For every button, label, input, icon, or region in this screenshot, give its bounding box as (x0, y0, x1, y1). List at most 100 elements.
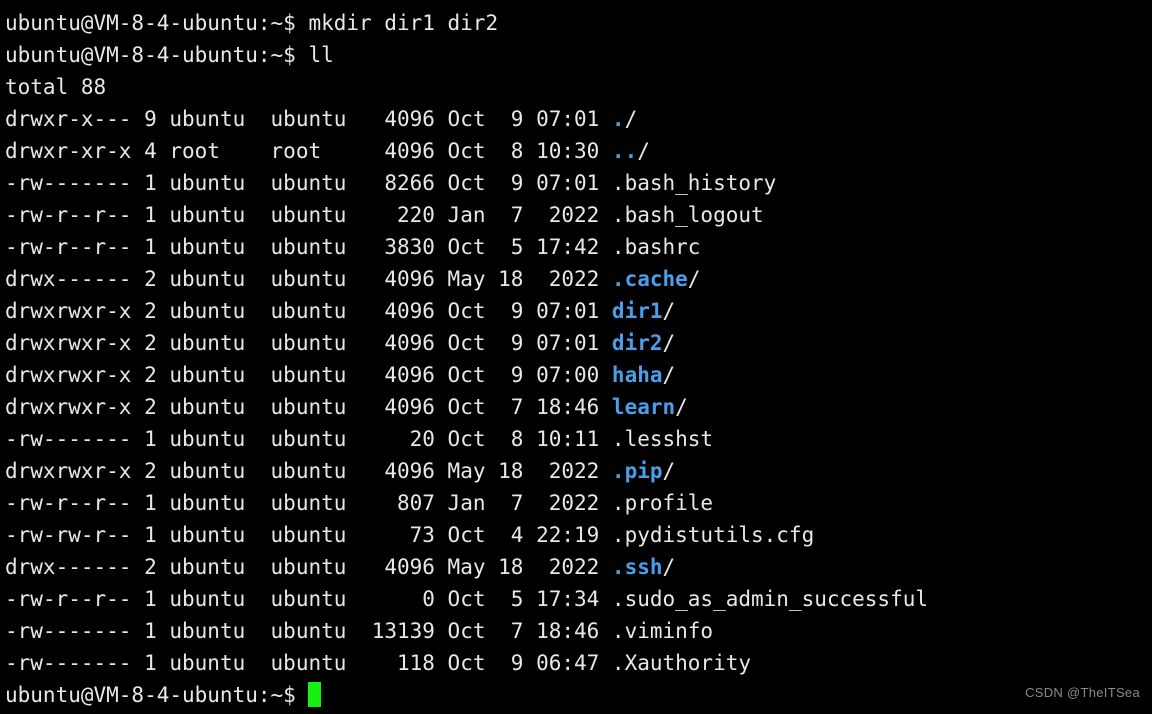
month-cell: Oct (447, 619, 499, 643)
month-cell: Oct (447, 139, 499, 163)
command-line: ubuntu@VM-8-4-ubuntu:~$ ll (5, 39, 928, 71)
group-cell: ubuntu (270, 651, 372, 675)
day-cell: 18 (498, 555, 537, 579)
size-cell: 4096 (371, 299, 448, 323)
day-cell: 9 (498, 363, 537, 387)
month-cell: May (447, 555, 499, 579)
shell-prompt: ubuntu@VM-8-4-ubuntu:~$ (5, 43, 309, 67)
size-cell: 4096 (371, 139, 448, 163)
size-cell: 807 (371, 491, 448, 515)
group-cell: root (270, 139, 372, 163)
group-cell: ubuntu (270, 267, 372, 291)
listing-row: drwxrwxr-x 2 ubuntu ubuntu 4096 May 18 2… (5, 455, 928, 487)
permissions-cell: drwxrwxr-x (5, 299, 145, 323)
listing-row: -rw------- 1 ubuntu ubuntu 118 Oct 9 06:… (5, 647, 928, 679)
link-count-cell: 2 (144, 395, 170, 419)
group-cell: ubuntu (270, 235, 372, 259)
time-cell: 2022 (536, 491, 612, 515)
listing-row: -rw-r--r-- 1 ubuntu ubuntu 3830 Oct 5 17… (5, 231, 928, 263)
time-cell: 17:34 (536, 587, 612, 611)
terminal-window[interactable]: ubuntu@VM-8-4-ubuntu:~$ mkdir dir1 dir2 u… (0, 0, 1152, 714)
time-cell: 22:19 (536, 523, 612, 547)
scrollback-clipped-line (5, 0, 928, 7)
owner-cell: ubuntu (169, 651, 271, 675)
permissions-cell: -rw------- (5, 619, 145, 643)
entry-name: .cache (611, 267, 688, 291)
day-cell: 4 (498, 523, 537, 547)
owner-cell: ubuntu (169, 203, 271, 227)
entry-name: .bashrc (611, 235, 701, 259)
owner-cell: ubuntu (169, 523, 271, 547)
permissions-cell: -rw-r--r-- (5, 587, 145, 611)
group-cell: ubuntu (270, 555, 372, 579)
size-cell: 4096 (371, 459, 448, 483)
size-cell: 4096 (371, 107, 448, 131)
owner-cell: ubuntu (169, 459, 271, 483)
link-count-cell: 1 (144, 171, 170, 195)
day-cell: 9 (498, 651, 537, 675)
time-cell: 18:46 (536, 395, 612, 419)
permissions-cell: -rw------- (5, 171, 145, 195)
link-count-cell: 2 (144, 299, 170, 323)
day-cell: 9 (498, 171, 537, 195)
owner-cell: ubuntu (169, 587, 271, 611)
owner-cell: ubuntu (169, 491, 271, 515)
size-cell: 4096 (371, 555, 448, 579)
entry-type-suffix: / (662, 331, 676, 355)
entry-name: .bash_logout (611, 203, 764, 227)
permissions-cell: drwxr-xr-x (5, 139, 145, 163)
entry-name: .profile (611, 491, 714, 515)
owner-cell: ubuntu (169, 331, 271, 355)
owner-cell: ubuntu (169, 107, 271, 131)
permissions-cell: -rw-rw-r-- (5, 523, 145, 547)
month-cell: Oct (447, 427, 499, 451)
time-cell: 07:01 (536, 171, 612, 195)
total-line: total 88 (5, 71, 928, 103)
link-count-cell: 1 (144, 203, 170, 227)
group-cell: ubuntu (270, 171, 372, 195)
day-cell: 7 (498, 395, 537, 419)
command-line: ubuntu@VM-8-4-ubuntu:~$ mkdir dir1 dir2 (5, 7, 928, 39)
listing-row: -rw------- 1 ubuntu ubuntu 8266 Oct 9 07… (5, 167, 928, 199)
listing-row: -rw------- 1 ubuntu ubuntu 20 Oct 8 10:1… (5, 423, 928, 455)
link-count-cell: 2 (144, 267, 170, 291)
day-cell: 9 (498, 107, 537, 131)
owner-cell: ubuntu (169, 427, 271, 451)
permissions-cell: -rw------- (5, 651, 145, 675)
day-cell: 18 (498, 267, 537, 291)
link-count-cell: 1 (144, 651, 170, 675)
month-cell: Oct (447, 587, 499, 611)
time-cell: 10:30 (536, 139, 612, 163)
permissions-cell: drwxrwxr-x (5, 395, 145, 419)
entry-type-suffix: / (662, 363, 676, 387)
entry-type-suffix: / (637, 139, 650, 163)
command-text: ll (308, 43, 334, 67)
text-cursor[interactable] (308, 682, 322, 707)
group-cell: ubuntu (270, 107, 372, 131)
listing-row: drwxrwxr-x 2 ubuntu ubuntu 4096 Oct 9 07… (5, 359, 928, 391)
group-cell: ubuntu (270, 203, 372, 227)
day-cell: 5 (498, 587, 537, 611)
day-cell: 7 (498, 619, 537, 643)
month-cell: Oct (447, 363, 499, 387)
entry-type-suffix: / (624, 107, 638, 131)
size-cell: 8266 (371, 171, 448, 195)
size-cell: 4096 (371, 267, 448, 291)
listing-row: -rw------- 1 ubuntu ubuntu 13139 Oct 7 1… (5, 615, 928, 647)
permissions-cell: drwxrwxr-x (5, 459, 145, 483)
entry-name: .pydistutils.cfg (611, 523, 815, 547)
shell-prompt: ubuntu@VM-8-4-ubuntu:~$ (5, 683, 309, 707)
link-count-cell: 9 (144, 107, 170, 131)
size-cell: 4096 (371, 363, 448, 387)
owner-cell: ubuntu (169, 235, 271, 259)
permissions-cell: -rw-r--r-- (5, 235, 145, 259)
listing-row: drwx------ 2 ubuntu ubuntu 4096 May 18 2… (5, 263, 928, 295)
entry-name: .. (611, 139, 638, 163)
time-cell: 17:42 (536, 235, 612, 259)
time-cell: 2022 (536, 555, 612, 579)
permissions-cell: -rw------- (5, 427, 145, 451)
permissions-cell: drwxr-x--- (5, 107, 145, 131)
group-cell: ubuntu (270, 299, 372, 323)
owner-cell: ubuntu (169, 267, 271, 291)
permissions-cell: drwx------ (5, 267, 145, 291)
